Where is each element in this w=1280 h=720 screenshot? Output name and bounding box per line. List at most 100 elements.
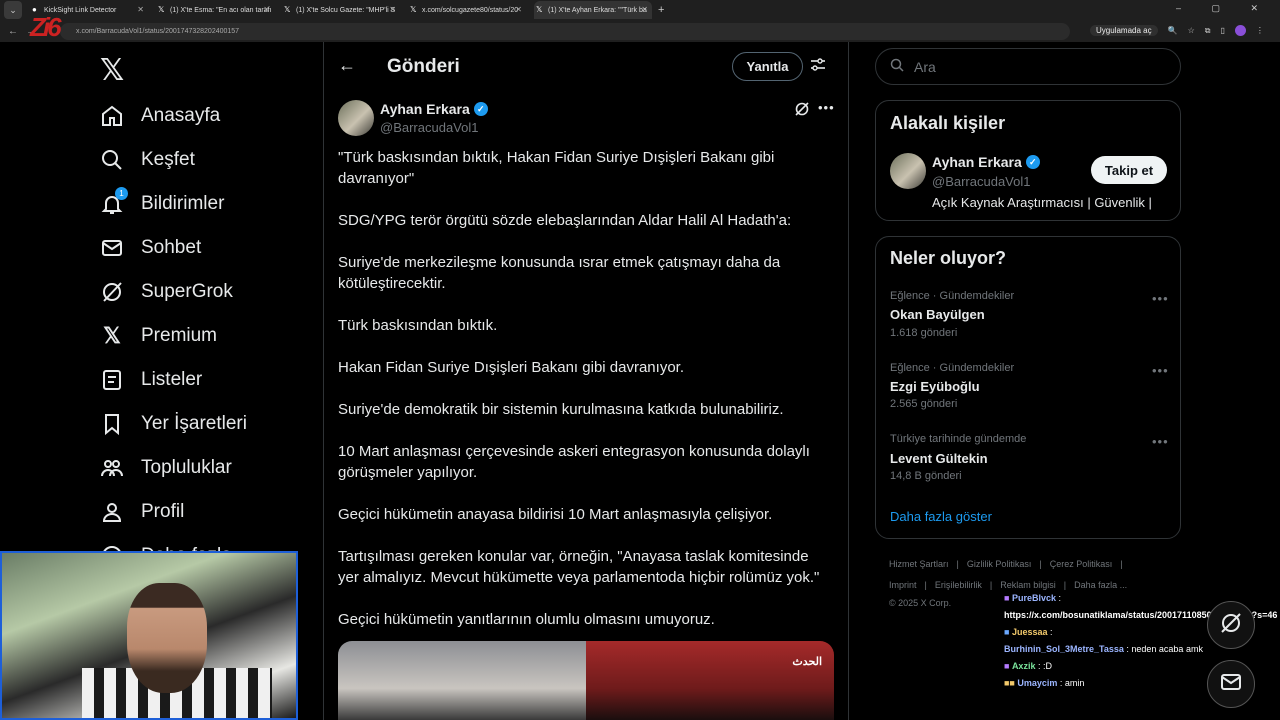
- trend-name[interactable]: Okan Bayülgen: [890, 307, 985, 322]
- trend-more-icon[interactable]: •••: [1152, 363, 1169, 378]
- home-icon: [100, 104, 124, 128]
- more-options-icon[interactable]: •••: [818, 100, 835, 115]
- footer-link[interactable]: Imprint: [889, 580, 917, 590]
- close-tab-icon[interactable]: ✕: [137, 5, 144, 14]
- tab-label: (1) X'te Ayhan Erkara: ""Türk ba: [548, 6, 647, 14]
- trends-card: Neler oluyor? Eğlence · Gündemdekiler Ok…: [875, 236, 1181, 539]
- open-in-app-button[interactable]: Uygulamada aç: [1090, 25, 1158, 36]
- follow-button[interactable]: Takip et: [1091, 156, 1167, 184]
- trend-context: Eğlence · Gündemdekiler: [890, 290, 1015, 302]
- star-icon[interactable]: ☆: [1188, 26, 1195, 35]
- search-placeholder: Ara: [914, 58, 936, 75]
- footer-link[interactable]: Erişilebilirlik: [935, 580, 982, 590]
- window-controls[interactable]: – ▢ ✕: [1176, 3, 1272, 14]
- trend-name[interactable]: Levent Gültekin: [890, 451, 988, 466]
- card-title: Neler oluyor?: [890, 248, 1007, 268]
- nav-item-explore[interactable]: Keşfet: [100, 145, 195, 175]
- post-paragraph: 10 Mart anlaşması çerçevesinde askeri en…: [338, 443, 810, 481]
- webcam-person: [127, 583, 207, 693]
- related-avatar[interactable]: [890, 153, 926, 189]
- post-text: "Türk baskısından bıktık, Hakan Fidan Su…: [338, 147, 828, 651]
- x-favicon-icon: 𝕏: [284, 5, 291, 14]
- bell-icon: 1: [100, 187, 128, 216]
- related-handle[interactable]: @BarracudaVol1: [932, 174, 1030, 189]
- browser-tab[interactable]: 𝕏 (1) X'te Solcu Gazete: "MHP'li S ✕: [282, 1, 400, 19]
- grok-icon[interactable]: [794, 101, 810, 122]
- close-tab-icon[interactable]: ✕: [641, 5, 648, 14]
- nav-item-supergrok[interactable]: SuperGrok: [100, 277, 233, 307]
- back-nav-icon[interactable]: ←: [8, 26, 18, 37]
- footer-link[interactable]: Reklam bilgisi: [1000, 580, 1056, 590]
- profile-avatar[interactable]: [1234, 25, 1246, 36]
- trend-name[interactable]: Ezgi Eyüboğlu: [890, 379, 980, 394]
- sidebar-icon[interactable]: ▯: [1220, 26, 1224, 35]
- menu-icon[interactable]: ⋮: [1256, 26, 1264, 35]
- footer-separator: |: [989, 580, 993, 590]
- messages-fab-button[interactable]: [1207, 660, 1255, 708]
- related-name[interactable]: Ayhan Erkara ✓: [932, 154, 1040, 170]
- address-bar-row: ← → x.com/BarracudaVol1/status/200174732…: [0, 21, 1280, 42]
- trend-more-icon[interactable]: •••: [1152, 434, 1169, 449]
- browser-tab-active[interactable]: 𝕏 (1) X'te Ayhan Erkara: ""Türk ba ✕: [534, 1, 652, 19]
- nav-item-home[interactable]: Anasayfa: [100, 101, 220, 131]
- footer-links: Imprint | Erişilebilirlik | Reklam bilgi…: [889, 580, 1127, 590]
- post-paragraph: SDG/YPG terör örgütü sözde elebaşlarında…: [338, 212, 792, 229]
- extensions-icon[interactable]: ⧉: [1205, 26, 1211, 36]
- author-name[interactable]: Ayhan Erkara ✓: [380, 101, 488, 117]
- mail-icon: [1219, 670, 1243, 699]
- close-tab-icon[interactable]: ✕: [389, 5, 396, 14]
- grok-fab-button[interactable]: [1207, 601, 1255, 649]
- nav-label: Premium: [141, 325, 218, 346]
- zoom-icon[interactable]: 🔍: [1168, 26, 1178, 35]
- filter-icon[interactable]: [810, 57, 826, 78]
- grok-icon: [1219, 611, 1243, 640]
- nav-label: Listeler: [141, 369, 203, 390]
- tab-strip: ⌄ ● KickSight Link Detector ✕ 𝕏 (1) X'te Es…: [0, 0, 1280, 20]
- back-arrow-icon[interactable]: ←: [338, 55, 356, 76]
- page-title: Gönderi: [387, 56, 460, 77]
- nav-item-bookmarks[interactable]: Yer İşaretleri: [100, 409, 247, 439]
- post-paragraph: Suriye'de merkezileşme konusunda ısrar e…: [338, 254, 781, 292]
- browser-tab[interactable]: 𝕏 (1) X'te Esma: "En acı olan tarafı ✕: [156, 1, 274, 19]
- url-field[interactable]: x.com/BarracudaVol1/status/2001747328202…: [60, 23, 1070, 40]
- post-media-image[interactable]: الحدث: [338, 641, 834, 720]
- post-paragraph: Tartışılması gereken konular var, örneği…: [338, 548, 820, 586]
- reply-button[interactable]: Yanıtla: [732, 52, 803, 81]
- trend-context: Türkiye tarihinde gündemde: [890, 433, 1027, 445]
- chat-text: :: [1058, 593, 1061, 603]
- nav-item-notifications[interactable]: 1 Bildirimler: [100, 187, 224, 219]
- grok-icon: [100, 280, 124, 304]
- footer-separator: |: [1120, 559, 1123, 569]
- nav-item-lists[interactable]: Listeler: [100, 365, 202, 395]
- footer-link[interactable]: Hizmet Şartları: [889, 559, 949, 569]
- footer-link[interactable]: Daha fazla ...: [1074, 580, 1127, 590]
- browser-tab[interactable]: 𝕏x.com/solcugazete80/status/20 ✕: [408, 1, 526, 19]
- nav-label: SuperGrok: [141, 281, 233, 302]
- chat-username: Axzik: [1011, 661, 1036, 671]
- trend-more-icon[interactable]: •••: [1152, 291, 1169, 306]
- post-paragraph: Geçici hükümetin anayasa bildirisi 10 Ma…: [338, 506, 773, 523]
- nav-item-chat[interactable]: Sohbet: [100, 233, 201, 263]
- show-more-link[interactable]: Daha fazla göster: [890, 509, 992, 524]
- search-input[interactable]: Ara: [875, 48, 1181, 85]
- nav-label: Profil: [141, 501, 185, 522]
- nav-item-premium[interactable]: 𝕏 Premium: [100, 321, 217, 351]
- post-paragraph: Geçici hükümetin yanıtlarının olumlu olm…: [338, 611, 715, 628]
- nav-item-profile[interactable]: Profil: [100, 497, 184, 527]
- x-logo-icon[interactable]: 𝕏: [100, 53, 124, 88]
- footer-link[interactable]: Çerez Politikası: [1050, 559, 1113, 569]
- footer-separator: |: [1039, 559, 1042, 569]
- author-handle[interactable]: @BarracudaVol1: [380, 120, 478, 135]
- copyright-text: © 2025 X Corp.: [889, 598, 952, 608]
- chat-username: Umaycim: [1017, 678, 1058, 688]
- close-tab-icon[interactable]: ✕: [263, 5, 270, 14]
- footer-link[interactable]: Gizlilik Politikası: [967, 559, 1032, 569]
- media-right-frame: الحدث: [586, 641, 834, 720]
- nav-label: Anasayfa: [141, 105, 221, 126]
- author-name-text: Ayhan Erkara: [380, 101, 470, 117]
- new-tab-icon[interactable]: +: [658, 4, 664, 16]
- author-avatar[interactable]: [338, 100, 374, 136]
- close-tab-icon[interactable]: ✕: [515, 5, 522, 14]
- nav-item-communities[interactable]: Topluluklar: [100, 453, 232, 483]
- tab-search-button[interactable]: ⌄: [4, 1, 22, 19]
